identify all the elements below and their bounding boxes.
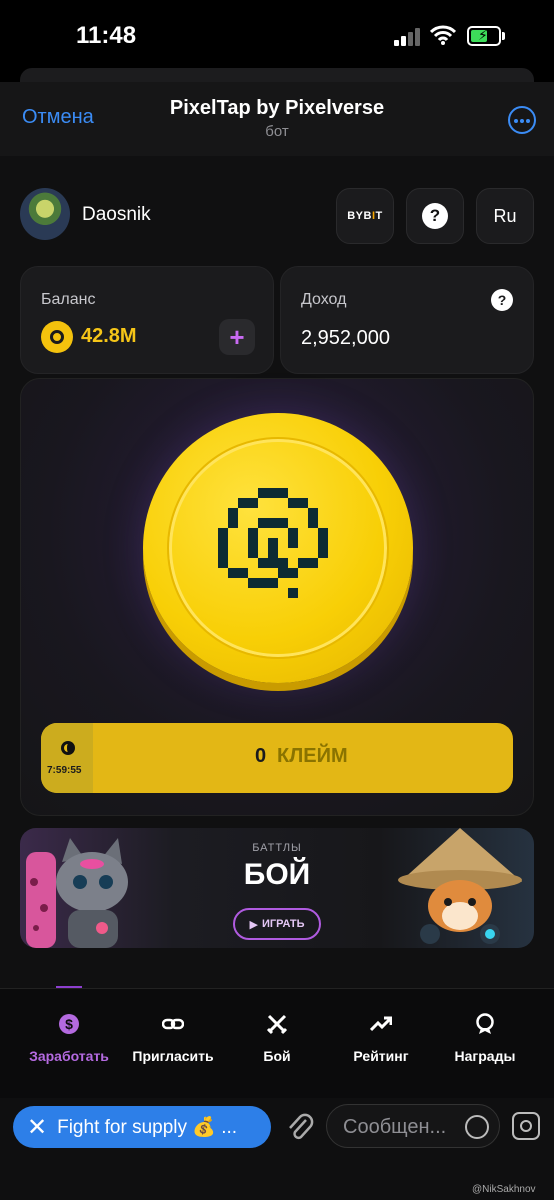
message-placeholder: Сообщен...: [343, 1116, 447, 1138]
watermark: @NikSakhnov: [472, 1184, 536, 1195]
tab-label: Награды: [454, 1048, 516, 1064]
status-bar: 11:48 ⚡: [0, 0, 554, 70]
battle-banner[interactable]: БАТТЛЫ БОЙ ▶ ИГРАТЬ: [20, 828, 534, 948]
link-icon: [161, 1018, 185, 1030]
balance-value: 42.8M: [81, 325, 137, 347]
tab-label: Бой: [263, 1048, 291, 1064]
sticker-icon[interactable]: [465, 1115, 489, 1139]
avatar: [20, 188, 70, 240]
attach-icon[interactable]: [284, 1110, 314, 1144]
battery-icon: ⚡: [467, 26, 501, 46]
tab-label: Пригласить: [132, 1048, 214, 1064]
signal-icon: [394, 28, 424, 46]
camera-icon[interactable]: [512, 1112, 540, 1140]
message-input[interactable]: Сообщен...: [326, 1104, 500, 1148]
bybit-logo: BYBIT: [347, 210, 383, 222]
claim-label: КЛЕЙМ: [277, 745, 348, 767]
coin-icon: [41, 321, 73, 353]
app-title: PixelTap by Pixelverse: [169, 97, 385, 119]
claim-amount: 0: [255, 745, 267, 767]
claim-button[interactable]: 7:59:55 0 КЛЕЙМ: [41, 723, 513, 793]
app-subtitle: бот: [265, 123, 289, 140]
app-content: Daosnik BYBIT ? Ru Баланс 42.8M + Доход …: [0, 156, 554, 988]
tab-earn[interactable]: $ Заработать: [14, 1013, 124, 1064]
battle-title: БОЙ: [243, 858, 311, 891]
language-label: Ru: [493, 205, 517, 226]
chat-input-bar: ✕ Fight for supply 💰 ... Сообщен... @Nik…: [0, 1098, 554, 1200]
tab-invite[interactable]: Пригласить: [118, 1013, 228, 1064]
tap-area: 7:59:55 0 КЛЕЙМ: [20, 378, 534, 816]
play-icon: ▶: [249, 918, 258, 931]
dollar-icon: $: [59, 1014, 79, 1034]
tab-label: Рейтинг: [353, 1048, 409, 1064]
income-card: Доход ? 2,952,000: [280, 266, 534, 374]
language-button[interactable]: Ru: [476, 188, 534, 244]
tab-label: Заработать: [29, 1048, 109, 1064]
bot-menu-label: Fight for supply 💰 ...: [57, 1117, 238, 1138]
trending-up-icon: [369, 1016, 393, 1032]
help-button[interactable]: ?: [406, 188, 464, 244]
pixelverse-logo-icon: [218, 488, 328, 598]
swords-icon: [266, 1014, 288, 1035]
wifi-icon: [430, 25, 456, 45]
play-button[interactable]: ▶ ИГРАТЬ: [233, 908, 321, 940]
tab-battle[interactable]: Бой: [222, 1013, 332, 1064]
sheet-background: [20, 68, 534, 82]
bybit-button[interactable]: BYBIT: [336, 188, 394, 244]
bot-menu-button[interactable]: ✕ Fight for supply 💰 ...: [13, 1106, 271, 1148]
balance-card: Баланс 42.8M +: [20, 266, 274, 374]
award-icon: [476, 1013, 494, 1034]
battle-subtitle: БАТТЛЫ: [252, 842, 302, 854]
play-label: ИГРАТЬ: [261, 918, 305, 930]
timer-value: 7:59:55: [47, 765, 82, 776]
income-value: 2,952,000: [301, 327, 390, 349]
close-icon: ✕: [27, 1113, 48, 1141]
svg-text:$: $: [65, 1016, 73, 1032]
income-label: Доход: [301, 291, 347, 308]
bottom-navigation: $ Заработать Пригласить Бой Рейтинг Нагр…: [0, 988, 554, 1098]
help-icon: ?: [422, 203, 448, 229]
tab-rewards[interactable]: Награды: [430, 1013, 540, 1064]
claim-timer: 7:59:55: [41, 723, 93, 793]
tap-coin-button[interactable]: [143, 413, 413, 683]
add-balance-button[interactable]: +: [219, 319, 255, 355]
mini-app-header: Отмена PixelTap by Pixelverse бот: [0, 82, 554, 156]
more-options-icon[interactable]: [508, 106, 536, 134]
status-time: 11:48: [76, 22, 137, 49]
clock-icon: [61, 741, 75, 755]
battery-tip: [502, 32, 505, 40]
tab-rating[interactable]: Рейтинг: [326, 1013, 436, 1064]
balance-label: Баланс: [41, 291, 96, 308]
income-help-icon[interactable]: ?: [491, 289, 513, 311]
username: Daosnik: [82, 204, 151, 225]
